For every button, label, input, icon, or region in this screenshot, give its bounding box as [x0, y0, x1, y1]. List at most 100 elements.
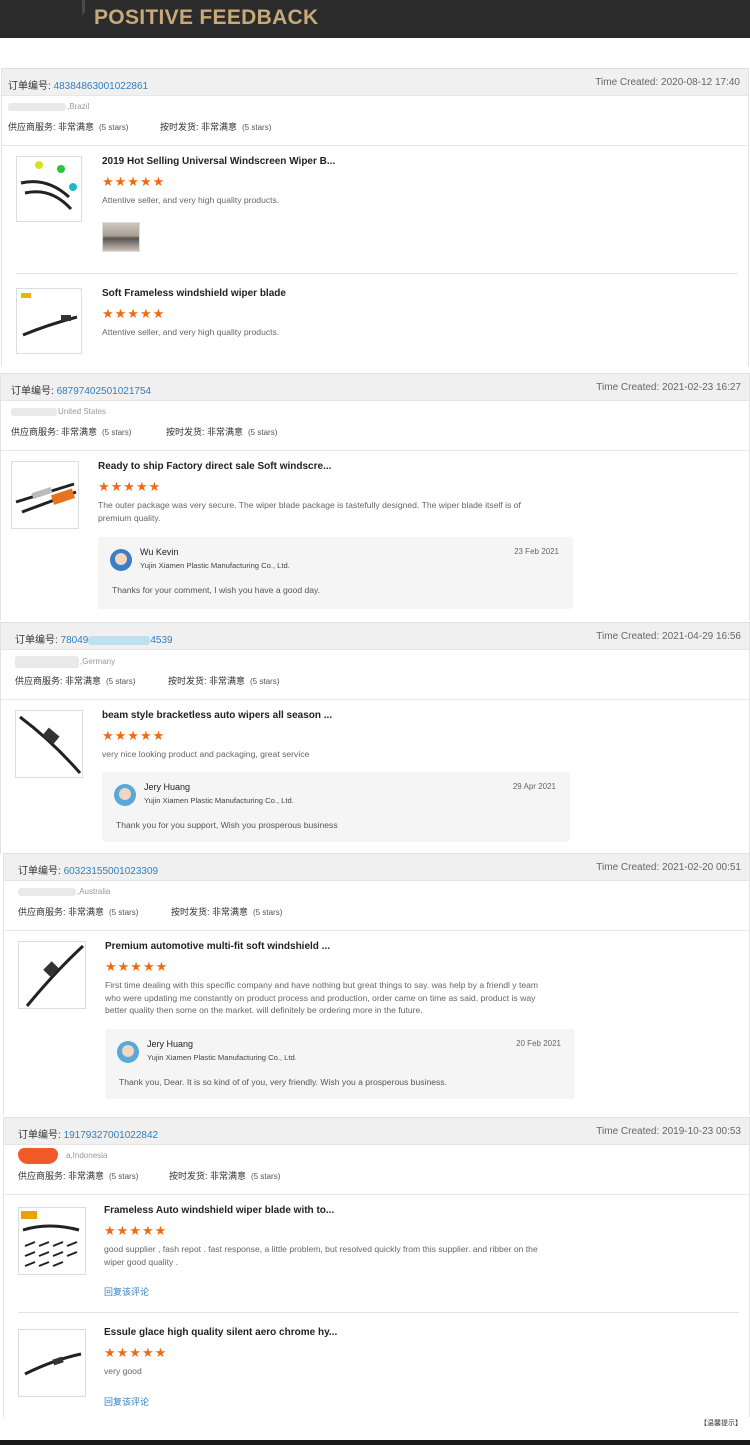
- order-label: 订单编号:: [18, 866, 64, 877]
- review-comment: very nice looking product and packaging,…: [102, 749, 310, 759]
- time-created: Time Created: 2020-08-12 17:40: [595, 77, 740, 88]
- on-time-rating: 按时发货: 非常满意: [160, 122, 238, 132]
- blurred-buyer-name: [18, 887, 76, 896]
- product-title[interactable]: 2019 Hot Selling Universal Windscreen Wi…: [102, 156, 335, 167]
- product-title[interactable]: Essule glace high quality silent aero ch…: [104, 1327, 337, 1338]
- review-item: Essule glace high quality silent aero ch…: [4, 1317, 749, 1415]
- seller-reply: Wu Kevin Yujin Xiamen Plastic Manufactur…: [98, 537, 573, 609]
- reply-text: Thank you for you support, Wish you pros…: [116, 820, 338, 830]
- supplier-service-rating: 供应商服务: 非常满意: [18, 907, 105, 917]
- product-thumbnail[interactable]: [18, 1329, 86, 1397]
- banner-title: POSITIVE FEEDBACK: [94, 6, 319, 29]
- feedback-block-3: 订单编号: 78049 4539 Time Created: 2021-04-29…: [0, 622, 750, 854]
- product-title[interactable]: Ready to ship Factory direct sale Soft w…: [98, 461, 331, 472]
- review-photo[interactable]: [102, 222, 140, 252]
- star-rating: ★★★★★: [102, 728, 166, 743]
- supplier-service-rating: 供应商服务: 非常满意: [11, 427, 98, 437]
- on-time-rating: 按时发货: 非常满意: [166, 427, 244, 437]
- seller-reply: Jery Huang Yujin Xiamen Plastic Manufact…: [105, 1029, 575, 1099]
- heart-sticker: [18, 1148, 58, 1164]
- blurred-order-digits: [88, 635, 151, 645]
- item-divider: [16, 273, 738, 274]
- feedback-block-5: 订单编号: 19179327001022842 Time Created: 20…: [3, 1117, 750, 1417]
- star-rating: ★★★★★: [102, 306, 166, 321]
- reply-author: Wu Kevin: [140, 547, 179, 557]
- reply-comment-link[interactable]: 回复该评论: [104, 1285, 149, 1298]
- order-number-link[interactable]: 78049 4539: [61, 635, 173, 646]
- seller-reply: Jery Huang Yujin Xiamen Plastic Manufact…: [102, 772, 570, 842]
- reply-comment-link[interactable]: 回复该评论: [104, 1395, 149, 1408]
- product-thumbnail[interactable]: [15, 710, 83, 778]
- review-comment: Attentive seller, and very high quality …: [102, 195, 280, 205]
- reply-date: 29 Apr 2021: [512, 782, 556, 791]
- order-label: 订单编号:: [8, 81, 54, 92]
- avatar: [117, 1041, 139, 1063]
- review-item: 2019 Hot Selling Universal Windscreen Wi…: [2, 146, 748, 276]
- time-created: Time Created: 2021-04-29 16:56: [596, 631, 741, 642]
- on-time-rating: 按时发货: 非常满意: [171, 907, 249, 917]
- product-thumbnail[interactable]: [16, 156, 82, 222]
- buyer-country: a,Indonesia: [66, 1151, 108, 1160]
- order-header: 订单编号: 19179327001022842 Time Created: 20…: [4, 1117, 749, 1145]
- order-number-link[interactable]: 68797402501021754: [57, 386, 152, 397]
- product-thumbnail[interactable]: [18, 1207, 86, 1275]
- product-title[interactable]: Soft Frameless windshield wiper blade: [102, 288, 286, 299]
- avatar: [114, 784, 136, 806]
- buyer-meta: ,Australia 供应商服务: 非常满意 (5 stars) 按时发货: 非常…: [4, 881, 749, 931]
- reply-author: Jery Huang: [144, 782, 191, 792]
- review-comment: very good: [104, 1366, 142, 1376]
- review-comment: The outer package was very secure. The w…: [98, 500, 521, 523]
- product-thumbnail[interactable]: [16, 288, 82, 354]
- buyer-meta: ,Germany 供应商服务: 非常满意 (5 stars) 按时发货: 非常满意…: [1, 650, 749, 700]
- product-title[interactable]: beam style bracketless auto wipers all s…: [102, 710, 332, 721]
- footer-bar: [0, 1440, 750, 1445]
- avatar: [110, 549, 132, 571]
- review-item: Frameless Auto windshield wiper blade wi…: [4, 1195, 749, 1315]
- product-title[interactable]: Frameless Auto windshield wiper blade wi…: [104, 1205, 334, 1216]
- buyer-country: ,Brazil: [67, 102, 90, 111]
- time-created: Time Created: 2021-02-23 16:27: [596, 382, 741, 393]
- footnote-tip: 【温馨提示】: [700, 1420, 742, 1427]
- buyer-country: United States: [58, 407, 107, 416]
- order-number-link[interactable]: 48384863001022861: [54, 81, 149, 92]
- reply-company: Yujin Xiamen Plastic Manufacturing Co., …: [147, 1053, 297, 1062]
- order-number-link[interactable]: 19179327001022842: [64, 1130, 159, 1141]
- order-header: 订单编号: 68797402501021754 Time Created: 20…: [1, 373, 749, 401]
- on-time-rating: 按时发货: 非常满意: [169, 1171, 247, 1181]
- reply-date: 20 Feb 2021: [516, 1039, 561, 1048]
- product-title[interactable]: Premium automotive multi-fit soft windsh…: [105, 941, 330, 952]
- order-header: 订单编号: 78049 4539 Time Created: 2021-04-29…: [1, 622, 749, 650]
- order-number-link[interactable]: 60323155001023309: [64, 866, 159, 877]
- supplier-service-rating: 供应商服务: 非常满意: [8, 122, 95, 132]
- order-header: 订单编号: 48384863001022861 Time Created: 20…: [2, 68, 748, 96]
- buyer-country: ,Germany: [80, 657, 116, 667]
- order-header: 订单编号: 60323155001023309 Time Created: 20…: [4, 853, 749, 881]
- item-divider: [18, 1312, 739, 1313]
- star-rating: ★★★★★: [98, 479, 162, 494]
- buyer-meta: a,Indonesia 供应商服务: 非常满意 (5 stars) 按时发货: 非…: [4, 1145, 749, 1195]
- product-thumbnail[interactable]: [11, 461, 79, 529]
- order-label: 订单编号:: [15, 635, 61, 646]
- feedback-block-4: 订单编号: 60323155001023309 Time Created: 20…: [3, 853, 750, 1115]
- reply-date: 23 Feb 2021: [514, 547, 559, 556]
- reply-company: Yujin Xiamen Plastic Manufacturing Co., …: [140, 561, 290, 570]
- supplier-service-rating: 供应商服务: 非常满意: [18, 1171, 105, 1181]
- supplier-service-rating: 供应商服务: 非常满意: [15, 676, 102, 686]
- review-comment: Attentive seller, and very high quality …: [102, 327, 280, 337]
- reply-author: Jery Huang: [147, 1039, 194, 1049]
- blurred-buyer-name: [11, 407, 57, 416]
- star-rating: ★★★★★: [102, 174, 166, 189]
- review-comment: good supplier , fash repot . fast respon…: [104, 1244, 538, 1267]
- time-created: Time Created: 2021-02-20 00:51: [596, 862, 741, 873]
- star-rating: ★★★★★: [105, 959, 169, 974]
- time-created: Time Created: 2019-10-23 00:53: [596, 1126, 741, 1137]
- review-item: Ready to ship Factory direct sale Soft w…: [1, 451, 749, 611]
- feedback-block-2: 订单编号: 68797402501021754 Time Created: 20…: [0, 373, 750, 620]
- buyer-meta: ,Brazil 供应商服务: 非常满意 (5 stars) 按时发货: 非常满意(…: [2, 96, 748, 146]
- reply-company: Yujin Xiamen Plastic Manufacturing Co., …: [144, 796, 294, 805]
- star-rating: ★★★★★: [104, 1223, 168, 1238]
- review-item: beam style bracketless auto wipers all s…: [1, 700, 749, 850]
- blurred-buyer-name: [8, 102, 66, 111]
- review-item: Premium automotive multi-fit soft windsh…: [4, 931, 749, 1111]
- product-thumbnail[interactable]: [18, 941, 86, 1009]
